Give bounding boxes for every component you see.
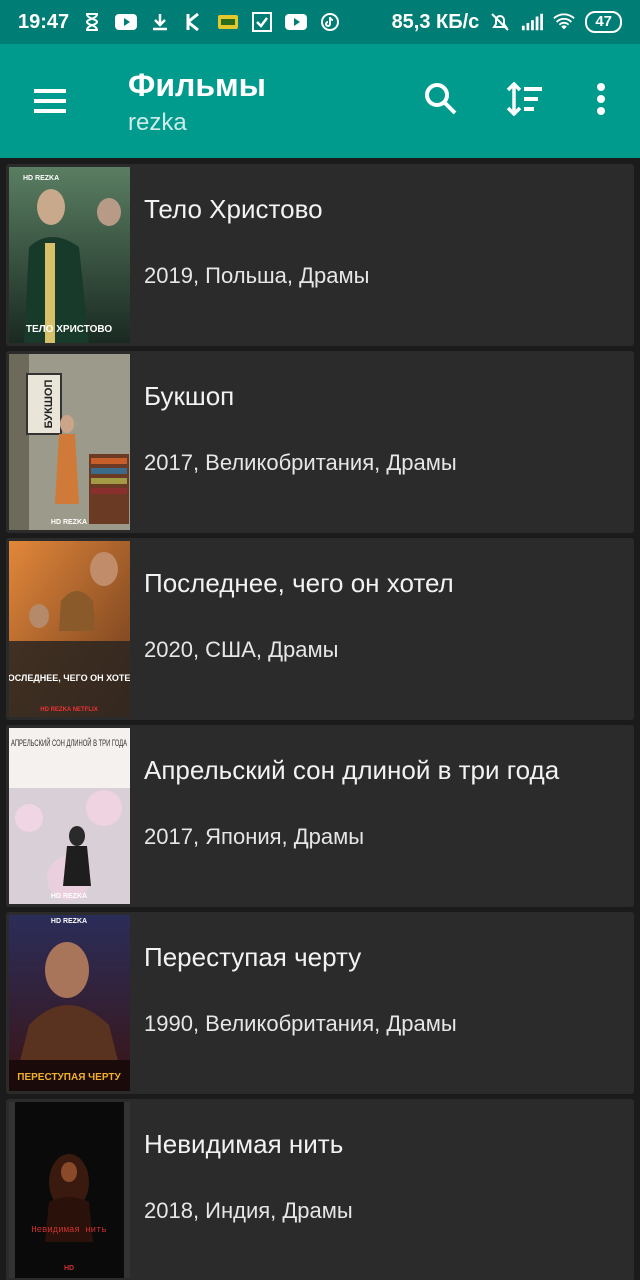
poster-badge: HD REZKA NETFLIX <box>40 707 97 713</box>
movie-card-4[interactable]: АПРЕЛЬСКИЙ СОН ДЛИНОЙ В ТРИ ГОДА HD REZK… <box>6 725 634 907</box>
page-title: Фильмы <box>128 67 266 103</box>
download-icon <box>149 11 171 33</box>
movie-title: Апрельский сон длиной в три года <box>144 755 560 785</box>
movie-poster: ПОСЛЕДНЕЕ, ЧЕГО ОН ХОТЕЛ HD REZKA NETFLI… <box>9 541 130 717</box>
movie-poster: HD REZKA ТЕЛО ХРИСТОВО <box>9 167 130 343</box>
poster-badge: HD <box>64 1265 74 1272</box>
menu-button[interactable] <box>30 81 70 121</box>
search-button[interactable] <box>416 74 466 124</box>
movie-title: Последнее, чего он хотел <box>144 568 454 598</box>
search-icon <box>425 83 457 115</box>
poster-title: ПЕРЕСТУПАЯ ЧЕРТУ <box>17 1072 121 1083</box>
youtube-icon <box>115 11 138 33</box>
movie-card-2[interactable]: БУКШОП HD REZKA Букшоп 2017, Великобрита… <box>6 351 634 533</box>
app-icon <box>217 11 239 33</box>
movie-title: Букшоп <box>144 381 235 411</box>
movie-list: HD REZKA ТЕЛО ХРИСТОВО Тело Христово 201… <box>0 158 640 1280</box>
poster-badge: HD REZKA <box>51 893 87 900</box>
movie-meta: 1990, Великобритания, Драмы <box>144 1011 457 1036</box>
hourglass-icon <box>81 11 103 33</box>
movie-poster: БУКШОП HD REZKA <box>9 354 130 530</box>
poster-title: АПРЕЛЬСКИЙ СОН ДЛИНОЙ В ТРИ ГОДА <box>11 737 127 748</box>
poster-title: ПОСЛЕДНЕЕ, ЧЕГО ОН ХОТЕЛ <box>9 673 130 683</box>
checkbox-icon <box>251 11 273 33</box>
movie-poster: АПРЕЛЬСКИЙ СОН ДЛИНОЙ В ТРИ ГОДА HD REZK… <box>9 728 130 904</box>
sort-icon <box>506 82 542 116</box>
movie-meta: 2017, Япония, Драмы <box>144 824 365 849</box>
movie-poster: Невидимая нить HD <box>9 1102 130 1278</box>
alarm-off-icon <box>489 11 511 33</box>
page-subtitle: rezka <box>128 109 187 136</box>
network-speed: 85,3 КБ/с <box>391 10 480 33</box>
poster-title: БУКШОП <box>43 380 55 429</box>
movie-card-1[interactable]: HD REZKA ТЕЛО ХРИСТОВО Тело Христово 201… <box>6 164 634 346</box>
hamburger-icon <box>34 89 66 113</box>
movie-card-6[interactable]: Невидимая нить HD Невидимая нить 2018, И… <box>6 1099 634 1280</box>
tiktok-icon <box>319 11 341 33</box>
poster-badge: HD REZKA <box>51 519 87 526</box>
movie-meta: 2017, Великобритания, Драмы <box>144 450 457 475</box>
status-time: 19:47 <box>18 10 70 33</box>
wifi-icon <box>553 11 576 33</box>
movie-title: Тело Христово <box>144 194 323 224</box>
battery-indicator: 47 <box>585 11 622 33</box>
poster-badge: HD REZKA <box>51 918 87 925</box>
more-vertical-icon <box>597 83 605 115</box>
movie-title: Невидимая нить <box>144 1129 344 1159</box>
poster-badge: HD REZKA <box>23 175 59 182</box>
movie-poster: HD REZKA ПЕРЕСТУПАЯ ЧЕРТУ <box>9 915 130 1091</box>
movie-meta: 2019, Польша, Драмы <box>144 263 370 288</box>
app-toolbar: Фильмы rezka <box>0 44 640 158</box>
status-bar: 19:47 85,3 КБ/с 47 <box>0 0 640 44</box>
movie-meta: 2018, Индия, Драмы <box>144 1198 353 1223</box>
more-options-button[interactable] <box>576 74 626 124</box>
movie-meta: 2020, США, Драмы <box>144 637 339 662</box>
signal-icon <box>521 11 544 33</box>
sort-button[interactable] <box>500 74 550 124</box>
movie-card-3[interactable]: ПОСЛЕДНЕЕ, ЧЕГО ОН ХОТЕЛ HD REZKA NETFLI… <box>6 538 634 720</box>
movie-title: Переступая черту <box>144 942 362 972</box>
movie-card-5[interactable]: HD REZKA ПЕРЕСТУПАЯ ЧЕРТУ Переступая чер… <box>6 912 634 1094</box>
poster-title: ТЕЛО ХРИСТОВО <box>26 324 112 335</box>
youtube-icon-2 <box>285 11 308 33</box>
poster-title: Невидимая нить <box>31 1225 107 1235</box>
kinopoisk-icon <box>183 11 205 33</box>
